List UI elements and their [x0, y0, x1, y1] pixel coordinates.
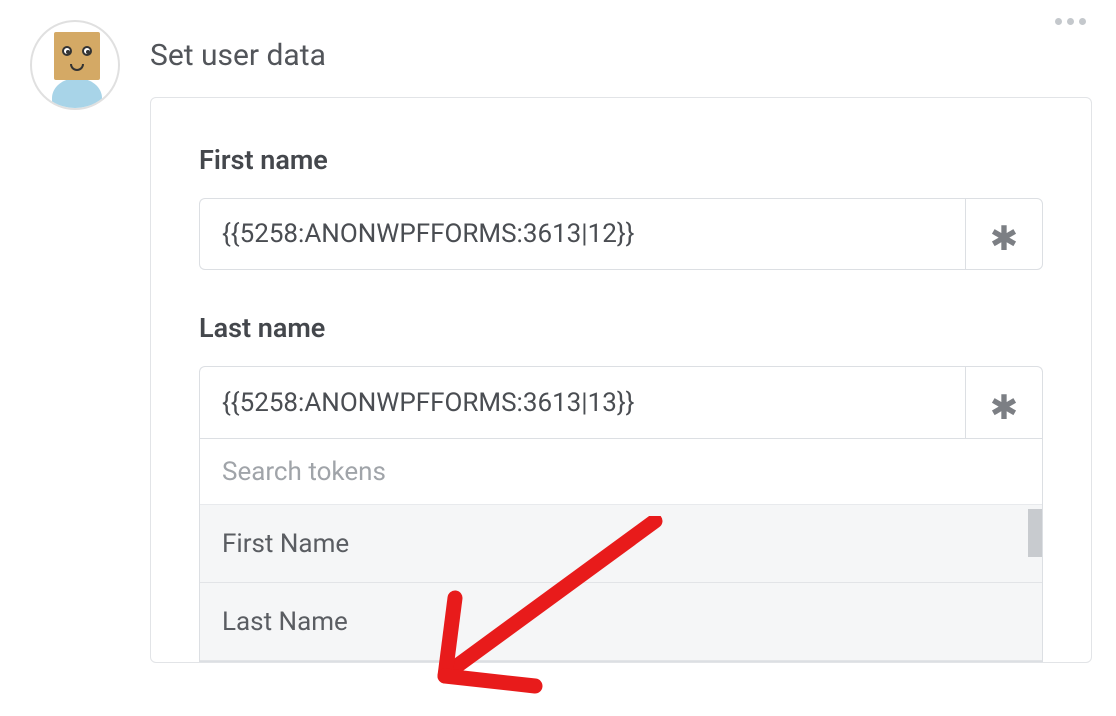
token-search-box[interactable]: [200, 439, 1042, 505]
dropdown-scrollbar[interactable]: [1028, 505, 1042, 661]
last-name-input[interactable]: {{5258:ANONWPFFORMS:3613|13}}: [199, 366, 965, 438]
more-options-button[interactable]: [1055, 18, 1086, 25]
settings-card: First name {{5258:ANONWPFFORMS:3613|12}}…: [150, 97, 1092, 663]
page-title: Set user data: [150, 38, 1116, 73]
asterisk-icon: ✱: [990, 223, 1019, 257]
token-option-last-name[interactable]: Last Name: [200, 583, 1042, 661]
first-name-token-button[interactable]: ✱: [965, 198, 1043, 270]
first-name-label: First name: [199, 144, 1043, 176]
token-dropdown: First Name Last Name: [199, 438, 1043, 662]
first-name-input[interactable]: {{5258:ANONWPFFORMS:3613|12}}: [199, 198, 965, 270]
token-search-input[interactable]: [222, 457, 1020, 487]
token-option-first-name[interactable]: First Name: [200, 505, 1042, 583]
last-name-token-button[interactable]: ✱: [965, 366, 1043, 438]
last-name-label: Last name: [199, 312, 1043, 344]
asterisk-icon: ✱: [990, 392, 1019, 426]
avatar: [30, 20, 120, 110]
